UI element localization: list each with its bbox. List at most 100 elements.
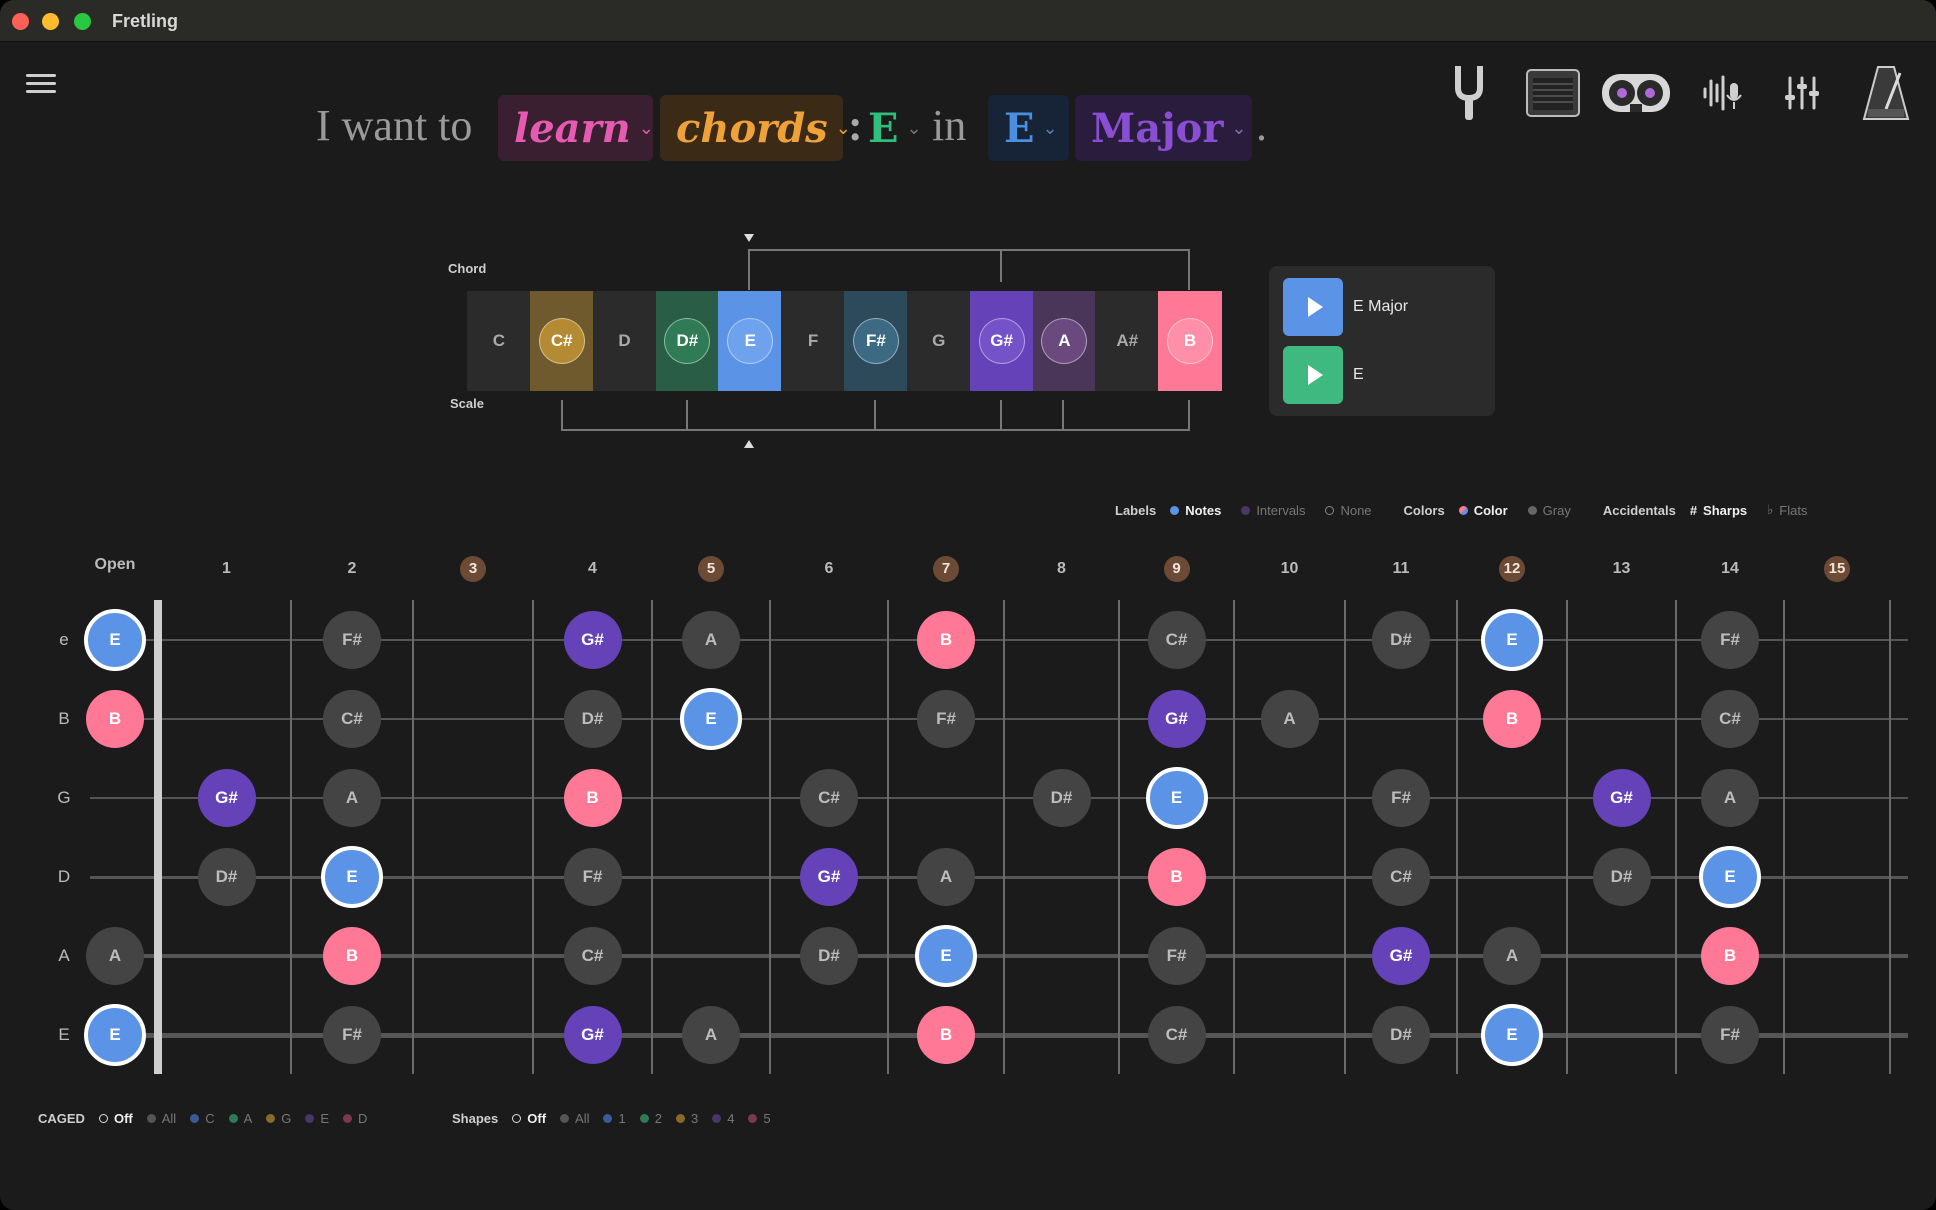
fretboard-note[interactable]: C# — [563, 927, 622, 985]
play-note-button[interactable] — [1283, 346, 1343, 404]
shapes-option-1[interactable]: 1 — [603, 1111, 626, 1126]
fretboard-note[interactable]: B — [86, 690, 144, 748]
caged-option-g[interactable]: G — [266, 1111, 291, 1126]
strip-note-a-sharp[interactable]: A# — [1095, 291, 1160, 391]
microphone-waveform-icon[interactable] — [1700, 62, 1746, 124]
fretboard-note[interactable]: F# — [563, 848, 622, 906]
strip-note-d-sharp[interactable]: D# — [655, 291, 720, 391]
fretboard-note[interactable]: F# — [1701, 1006, 1759, 1064]
play-chord-button[interactable] — [1283, 278, 1343, 336]
tuning-fork-icon[interactable] — [1448, 62, 1490, 124]
fretboard-note[interactable]: G# — [1372, 927, 1430, 985]
labels-none-option[interactable]: None — [1325, 503, 1372, 518]
fretboard-note[interactable]: G# — [563, 611, 622, 669]
fretboard-note[interactable]: G# — [800, 848, 858, 906]
accidentals-sharps-option[interactable]: # Sharps — [1690, 503, 1747, 518]
fretboard-note[interactable]: F# — [1147, 927, 1206, 985]
caged-option-e[interactable]: E — [305, 1111, 329, 1126]
minimize-window-button[interactable] — [42, 13, 59, 30]
caged-option-off[interactable]: Off — [98, 1111, 133, 1126]
maximize-window-button[interactable] — [74, 13, 91, 30]
fretboard-note[interactable]: A — [1483, 927, 1541, 985]
fretboard-note[interactable]: G# — [197, 769, 256, 827]
fretboard-note[interactable]: B — [917, 611, 975, 669]
amplifier-icon[interactable] — [1524, 62, 1582, 124]
colors-color-option[interactable]: Color — [1458, 503, 1508, 518]
fretboard-note[interactable]: B — [323, 927, 381, 985]
fretboard-note[interactable]: D# — [800, 927, 858, 985]
strip-note-a[interactable]: A — [1032, 291, 1097, 391]
fretboard-note[interactable]: E — [680, 688, 742, 750]
strip-note-g-sharp[interactable]: G# — [969, 291, 1034, 391]
metronome-icon[interactable] — [1860, 62, 1912, 124]
fretboard-note[interactable]: F# — [323, 1006, 381, 1064]
fretboard-note[interactable]: F# — [1701, 611, 1759, 669]
fretboard-note[interactable]: B — [1701, 927, 1759, 985]
shapes-option-3[interactable]: 3 — [675, 1111, 698, 1126]
strip-note-e[interactable]: E — [718, 291, 783, 391]
shapes-option-2[interactable]: 2 — [639, 1111, 662, 1126]
topic-dropdown[interactable]: chords ⌄ — [660, 95, 851, 161]
fretboard-note[interactable]: D# — [563, 690, 622, 748]
fretboard-note[interactable]: C# — [1147, 1006, 1206, 1064]
fretboard-note[interactable]: D# — [1372, 611, 1430, 669]
strip-note-f[interactable]: F — [781, 291, 845, 391]
fretboard-note[interactable]: B — [917, 1006, 975, 1064]
shapes-option-5[interactable]: 5 — [748, 1111, 771, 1126]
fretboard-note[interactable]: B — [1147, 848, 1206, 906]
strip-note-b[interactable]: B — [1158, 291, 1222, 391]
key-root-dropdown[interactable]: E ⌄ — [988, 95, 1069, 161]
fretboard-note[interactable]: E — [1481, 609, 1543, 671]
fretboard-note[interactable]: G# — [563, 1006, 622, 1064]
fretboard-note[interactable]: E — [1699, 846, 1761, 908]
fretboard-note[interactable]: C# — [323, 690, 381, 748]
strip-note-c-sharp[interactable]: C# — [529, 291, 594, 391]
fretboard-note[interactable]: A — [1701, 769, 1759, 827]
labels-notes-option[interactable]: Notes — [1170, 503, 1221, 518]
fretboard-note[interactable]: C# — [800, 769, 858, 827]
fretboard-note[interactable]: E — [84, 609, 146, 671]
caged-option-a[interactable]: A — [228, 1111, 252, 1126]
colors-gray-option[interactable]: Gray — [1527, 503, 1571, 518]
caged-option-c[interactable]: C — [190, 1111, 215, 1126]
fretboard-note[interactable]: D# — [197, 848, 256, 906]
fretboard-note[interactable]: A — [323, 769, 381, 827]
shapes-option-4[interactable]: 4 — [712, 1111, 734, 1126]
fretboard-note[interactable]: F# — [323, 611, 381, 669]
fretboard-note[interactable]: A — [917, 848, 975, 906]
fretboard-note[interactable]: F# — [917, 690, 975, 748]
fretboard-note[interactable]: E — [321, 846, 383, 908]
strip-note-f-sharp[interactable]: F# — [844, 291, 908, 391]
chord-root-dropdown[interactable]: E ⌄ — [862, 95, 924, 161]
shapes-option-all[interactable]: All — [560, 1111, 589, 1126]
strip-note-g[interactable]: G — [906, 291, 971, 391]
fretboard-note[interactable]: D# — [1592, 848, 1651, 906]
strip-note-d[interactable]: D — [592, 291, 657, 391]
shapes-option-off[interactable]: Off — [512, 1111, 546, 1126]
fretboard-note[interactable]: B — [1483, 690, 1541, 748]
hamburger-menu-icon[interactable] — [26, 74, 56, 94]
fretboard-note[interactable]: G# — [1592, 769, 1651, 827]
fretboard-note[interactable]: A — [682, 1006, 740, 1064]
fretboard-note[interactable]: E — [84, 1004, 146, 1066]
caged-option-d[interactable]: D — [343, 1111, 367, 1126]
accidentals-flats-option[interactable]: ♭ Flats — [1767, 502, 1807, 518]
mode-dropdown[interactable]: learn ⌄ — [498, 95, 654, 161]
tape-reel-icon[interactable] — [1600, 62, 1672, 124]
fretboard-note[interactable]: C# — [1701, 690, 1759, 748]
fretboard-note[interactable]: D# — [1372, 1006, 1430, 1064]
fretboard-note[interactable]: E — [1145, 767, 1208, 829]
fretboard-note[interactable]: A — [86, 927, 144, 985]
caged-option-all[interactable]: All — [146, 1111, 176, 1126]
labels-intervals-option[interactable]: Intervals — [1241, 503, 1305, 518]
close-window-button[interactable] — [12, 13, 29, 30]
fretboard-note[interactable]: E — [915, 925, 977, 987]
fretboard-note[interactable]: C# — [1147, 611, 1206, 669]
fretboard-note[interactable]: D# — [1032, 769, 1091, 827]
fretboard-note[interactable]: G# — [1147, 690, 1206, 748]
fretboard-note[interactable]: A — [1260, 690, 1319, 748]
scale-dropdown[interactable]: Major ⌄ — [1075, 95, 1252, 161]
fretboard-note[interactable]: C# — [1372, 848, 1430, 906]
fretboard-note[interactable]: B — [563, 769, 622, 827]
fretboard-note[interactable]: F# — [1372, 769, 1430, 827]
